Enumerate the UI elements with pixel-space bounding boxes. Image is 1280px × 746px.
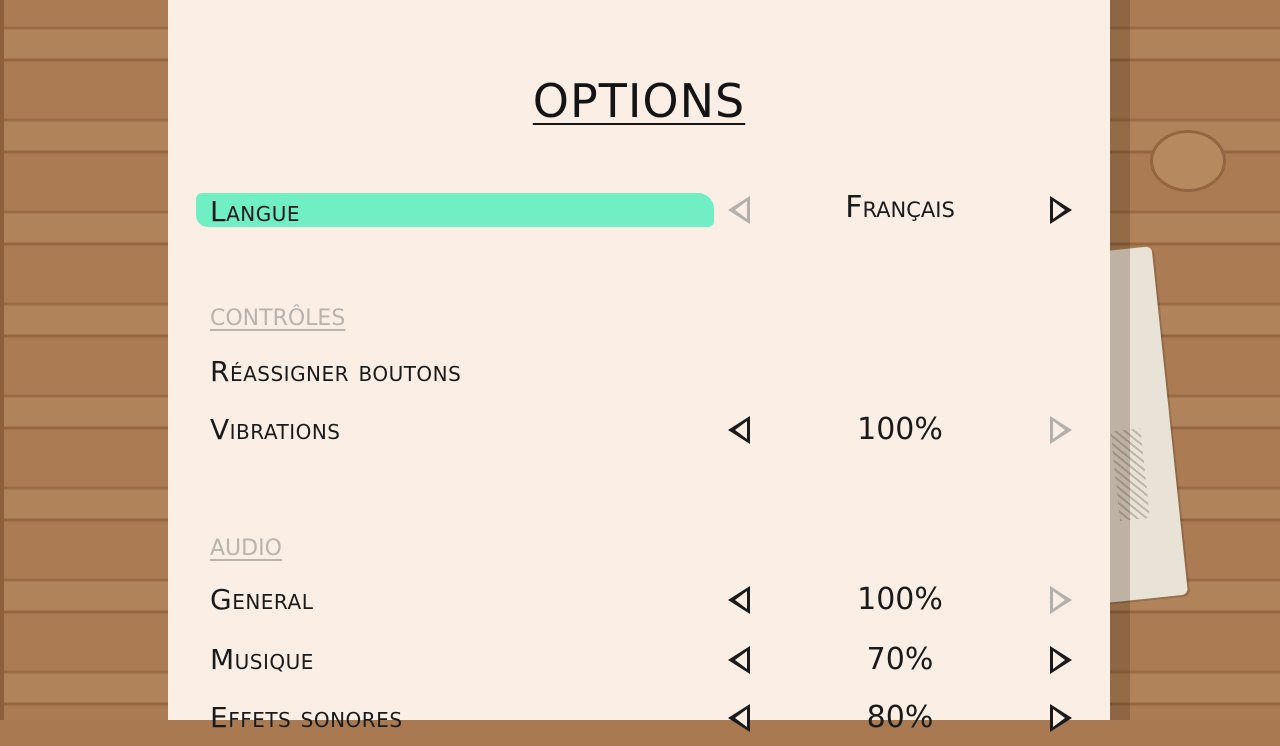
vibrations-value: 100% [857,412,943,447]
general-left-arrow-icon[interactable] [728,586,750,614]
music-left-arrow-icon[interactable] [728,646,750,674]
music-label: Musique [210,643,314,676]
section-header-audio: AUDIO [210,536,282,561]
remap-label: Réassigner boutons [210,355,462,388]
option-row-language[interactable]: Langue Français [168,166,1110,228]
option-row-music[interactable]: Musique 70% [168,638,1110,688]
section-header-controls: CONTRÔLES [210,306,346,331]
general-value: 100% [857,582,943,617]
option-row-general[interactable]: General 100% [168,578,1110,628]
wood-knot [1150,130,1226,192]
general-right-arrow-icon[interactable] [1050,586,1072,614]
language-right-arrow-icon[interactable] [1050,196,1072,224]
sfx-value: 80% [866,700,934,735]
sfx-right-arrow-icon[interactable] [1050,704,1072,732]
language-left-arrow-icon[interactable] [728,196,750,224]
options-paper-panel: OPTIONS Langue Français CONTRÔLES Réassi… [168,0,1110,735]
sfx-label: Effets sonores [210,701,403,734]
plank-seam [0,0,4,720]
language-label: Langue [210,195,301,228]
music-right-arrow-icon[interactable] [1050,646,1072,674]
vibrations-left-arrow-icon[interactable] [728,416,750,444]
option-row-sfx[interactable]: Effets sonores 80% [168,696,1110,746]
general-label: General [210,583,314,616]
sfx-left-arrow-icon[interactable] [728,704,750,732]
option-row-vibrations[interactable]: Vibrations 100% [168,408,1110,458]
option-row-remap[interactable]: Réassigner boutons [168,350,1110,400]
music-value: 70% [866,642,934,677]
language-value: Français [845,190,955,225]
paper-shadow [1110,0,1130,720]
vibrations-right-arrow-icon[interactable] [1050,416,1072,444]
vibrations-label: Vibrations [210,413,341,446]
title-text: OPTIONS [532,74,746,128]
page-title: OPTIONS [168,74,1110,128]
